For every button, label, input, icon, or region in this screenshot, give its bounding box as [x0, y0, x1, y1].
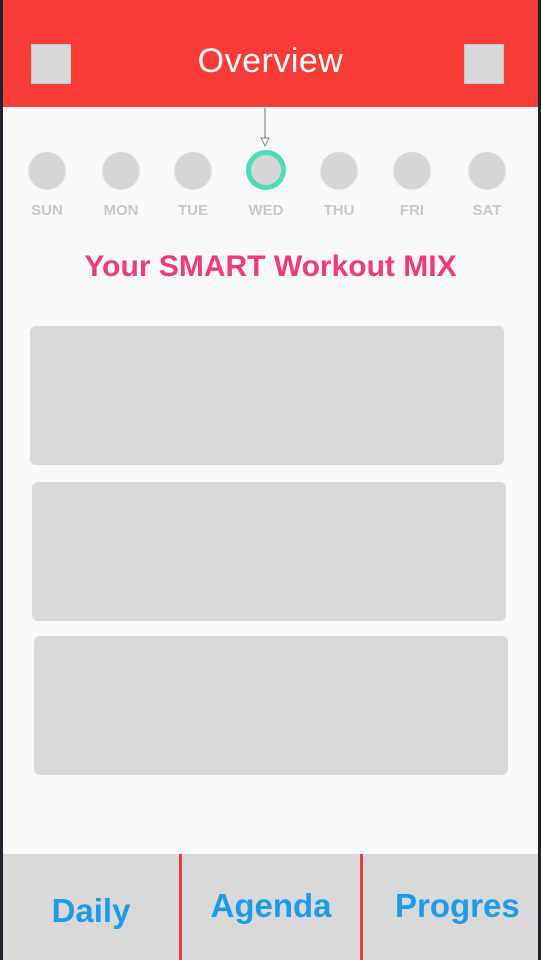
day-dot-selected — [246, 150, 286, 190]
day-dot — [29, 152, 65, 188]
tab-progress-label: Progres — [395, 887, 520, 924]
day-dot — [469, 152, 505, 188]
day-sat[interactable]: SAT — [457, 152, 517, 219]
tab-progress[interactable]: Progres — [363, 854, 538, 960]
day-dot — [321, 152, 357, 188]
day-fri[interactable]: FRI — [382, 152, 442, 219]
day-label: MON — [103, 202, 139, 219]
day-thu[interactable]: THU — [309, 152, 369, 219]
tab-agenda-label: Agenda — [210, 887, 332, 924]
day-label: SAT — [472, 202, 502, 219]
day-sun[interactable]: SUN — [17, 152, 77, 219]
day-tue[interactable]: TUE — [163, 152, 223, 219]
week-day-selector: SUN MON TUE WED THU FRI SAT — [3, 0, 538, 240]
workout-card-2[interactable] — [32, 482, 506, 621]
day-dot — [394, 152, 430, 188]
bottom-tab-bar: Daily Agenda Progres — [3, 854, 538, 960]
tab-daily-label: Daily — [51, 892, 131, 929]
day-label: SUN — [31, 202, 63, 219]
workout-card-3[interactable] — [34, 636, 508, 775]
app-screen: Overview SUN MON TUE WED THU FRI SAT You… — [3, 0, 538, 960]
day-label: WED — [248, 202, 284, 219]
day-dot — [103, 152, 139, 188]
workout-card-1[interactable] — [30, 326, 504, 465]
day-dot — [175, 152, 211, 188]
day-label: THU — [323, 202, 355, 219]
section-title: Your SMART Workout MIX — [84, 250, 457, 283]
tab-daily[interactable]: Daily — [3, 854, 179, 960]
day-mon[interactable]: MON — [91, 152, 151, 219]
tab-agenda[interactable]: Agenda — [182, 854, 360, 960]
day-wed[interactable]: WED — [236, 150, 296, 219]
day-label: TUE — [178, 202, 208, 219]
day-label: FRI — [399, 202, 425, 219]
